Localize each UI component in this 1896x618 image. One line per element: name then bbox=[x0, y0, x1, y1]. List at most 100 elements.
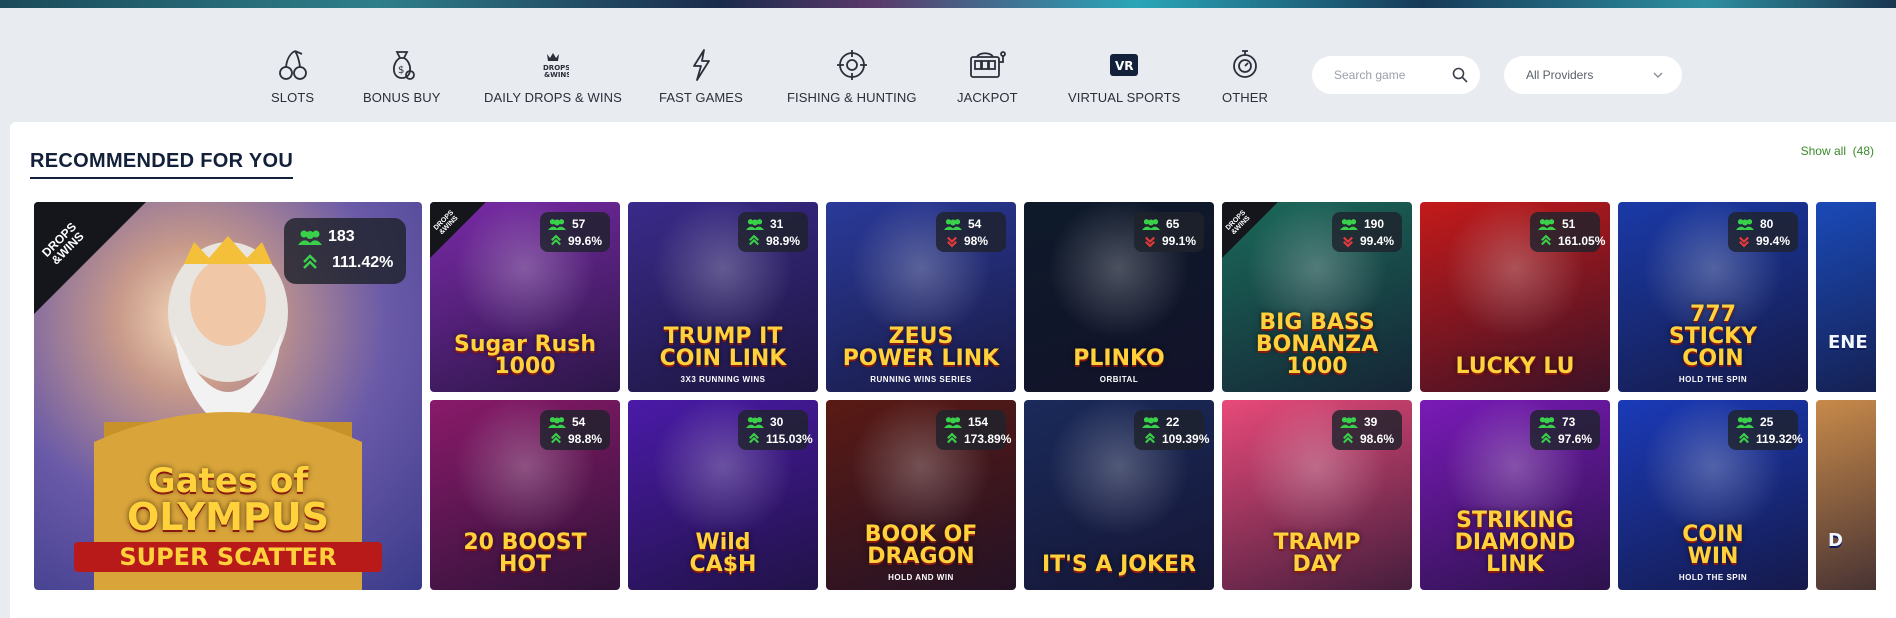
rtp-value: 119.32% bbox=[1756, 432, 1803, 446]
svg-text:$: $ bbox=[398, 65, 404, 76]
category-label: DAILY DROPS & WINS bbox=[484, 90, 622, 105]
search-input[interactable] bbox=[1332, 67, 1454, 83]
stats-badge: 39 98.6% bbox=[1332, 410, 1402, 450]
game-tile[interactable]: COIN WIN HOLD THE SPIN 25 119.32% bbox=[1618, 400, 1808, 590]
rtp-up-icon bbox=[749, 432, 759, 444]
players-icon bbox=[1736, 417, 1754, 428]
category-fishing-hunting[interactable]: FISHING & HUNTING bbox=[787, 46, 917, 105]
players-count: 31 bbox=[770, 217, 784, 231]
players-icon bbox=[1340, 417, 1358, 428]
rtp-value: 97.6% bbox=[1558, 432, 1593, 446]
rtp-value: 98.6% bbox=[1360, 432, 1395, 446]
rtp-down-icon bbox=[1739, 236, 1749, 248]
rtp-down-icon bbox=[1145, 236, 1155, 248]
chevron-down-icon bbox=[1653, 72, 1663, 78]
game-tile[interactable]: BIG BASS BONANZA 1000 DROPS &WINS 190 99.… bbox=[1222, 202, 1412, 392]
game-title: STRIKING DIAMOND LINK bbox=[1454, 508, 1576, 577]
cherries-icon bbox=[273, 46, 313, 84]
game-subtitle: ORBITAL bbox=[1099, 375, 1139, 384]
game-title: BIG BASS BONANZA 1000 bbox=[1255, 310, 1379, 379]
category-fast-games[interactable]: FAST GAMES bbox=[659, 46, 743, 105]
players-icon bbox=[944, 417, 962, 428]
game-tile[interactable]: TRAMP DAY 39 98.6% bbox=[1222, 400, 1412, 590]
category-jackpot[interactable]: JACKPOT bbox=[957, 46, 1018, 105]
players-count: 39 bbox=[1364, 415, 1378, 429]
game-title: ENE bbox=[1828, 332, 1868, 353]
category-label: BONUS BUY bbox=[363, 90, 441, 105]
featured-game-tile[interactable]: Gates of OLYMPUS SUPER SCATTER DROPS &WINS… bbox=[34, 202, 422, 590]
players-count: 25 bbox=[1760, 415, 1774, 429]
game-artwork bbox=[1816, 400, 1876, 590]
players-icon bbox=[298, 230, 322, 245]
rtp-up-icon bbox=[303, 254, 317, 269]
game-tile[interactable]: 777 STICKY COIN HOLD THE SPIN 80 99.4% bbox=[1618, 202, 1808, 392]
rtp-value: 98% bbox=[964, 234, 989, 248]
game-title: TRAMP DAY bbox=[1273, 530, 1361, 577]
players-icon bbox=[746, 219, 764, 230]
game-title: COIN WIN bbox=[1682, 522, 1744, 569]
game-artwork bbox=[1816, 202, 1876, 392]
players-icon bbox=[746, 417, 764, 428]
game-tile[interactable]: TRUMP IT COIN LINK 3X3 RUNNING WINS 31 9… bbox=[628, 202, 818, 392]
players-icon bbox=[1736, 219, 1754, 230]
game-title: Sugar Rush 1000 bbox=[454, 332, 596, 379]
stats-badge: 54 98.8% bbox=[540, 410, 610, 450]
players-icon bbox=[1538, 417, 1556, 428]
section-title: RECOMMENDED FOR YOU bbox=[30, 150, 294, 179]
rtp-value: 98.8% bbox=[568, 432, 603, 446]
rtp-up-icon bbox=[1541, 432, 1551, 444]
category-bonus-buy[interactable]: $ BONUS BUY bbox=[363, 46, 440, 105]
rtp-up-icon bbox=[551, 234, 561, 246]
game-title: TRUMP IT COIN LINK bbox=[659, 324, 787, 371]
game-tile[interactable]: LUCKY LU 51 161.05% bbox=[1420, 202, 1610, 392]
recommended-section: RECOMMENDED FOR YOU Show all (48) Gates … bbox=[10, 122, 1896, 618]
show-all-link[interactable]: Show all (48) bbox=[1801, 144, 1874, 158]
stats-badge: 65 99.1% bbox=[1134, 212, 1204, 252]
rtp-value: 161.05% bbox=[1558, 234, 1606, 248]
game-tile[interactable]: Sugar Rush 1000 DROPS &WINS 57 99.6% bbox=[430, 202, 620, 392]
game-tile[interactable]: Wild CA$H 30 115.03% bbox=[628, 400, 818, 590]
players-count: 65 bbox=[1166, 217, 1180, 231]
stats-badge: 190 99.4% bbox=[1332, 212, 1402, 252]
category-label: SLOTS bbox=[271, 90, 315, 105]
money-bag-icon: $ bbox=[382, 46, 422, 84]
rtp-up-icon bbox=[551, 432, 561, 444]
players-count: 190 bbox=[1364, 217, 1385, 231]
stats-badge: 31 98.9% bbox=[738, 212, 808, 252]
game-title: 20 BOOST HOT bbox=[463, 530, 587, 577]
game-tile-partial[interactable]: ENE bbox=[1816, 202, 1876, 392]
category-slots[interactable]: SLOTS bbox=[271, 46, 314, 105]
players-icon bbox=[1340, 219, 1358, 230]
category-daily-drops-wins[interactable]: DROPS &WINS DAILY DROPS & WINS bbox=[484, 46, 622, 105]
search-icon[interactable] bbox=[1452, 67, 1468, 83]
category-virtual-sports[interactable]: VR VIRTUAL SPORTS bbox=[1068, 46, 1180, 105]
rtp-up-icon bbox=[1541, 234, 1551, 246]
category-label: FAST GAMES bbox=[659, 90, 743, 105]
rtp-value: 99.4% bbox=[1756, 234, 1791, 248]
players-count: 51 bbox=[1562, 217, 1576, 231]
rtp-value: 99.6% bbox=[568, 234, 603, 248]
players-count: 54 bbox=[572, 415, 586, 429]
game-tile[interactable]: STRIKING DIAMOND LINK 73 97.6% bbox=[1420, 400, 1610, 590]
crosshair-icon bbox=[832, 46, 872, 84]
game-tile[interactable]: BOOK OF DRAGON HOLD AND WIN 154 173.89% bbox=[826, 400, 1016, 590]
game-tile[interactable]: 20 BOOST HOT 54 98.8% bbox=[430, 400, 620, 590]
game-title: Wild CA$H bbox=[689, 530, 757, 577]
category-other[interactable]: OTHER bbox=[1222, 46, 1268, 105]
stopwatch-icon bbox=[1225, 46, 1265, 84]
game-subtitle: HOLD AND WIN bbox=[888, 573, 954, 582]
players-icon bbox=[548, 219, 566, 230]
players-icon bbox=[548, 417, 566, 428]
provider-select[interactable]: All Providers bbox=[1504, 56, 1682, 94]
game-tile[interactable]: ZEUS POWER LINK RUNNING WINS SERIES 54 9… bbox=[826, 202, 1016, 392]
game-tile-partial[interactable]: D bbox=[1816, 400, 1876, 590]
stats-badge: 80 99.4% bbox=[1728, 212, 1798, 252]
rtp-value: 111.42% bbox=[332, 254, 394, 271]
stats-badge: 73 97.6% bbox=[1530, 410, 1600, 450]
game-title: BOOK OF DRAGON bbox=[864, 522, 978, 569]
category-nav: SLOTS $ BONUS BUY DROPS &WINS DAILY DROPS… bbox=[0, 8, 1896, 122]
game-tile[interactable]: IT'S A JOKER 22 109.39% bbox=[1024, 400, 1214, 590]
game-tile[interactable]: PLINKO ORBITAL 65 99.1% bbox=[1024, 202, 1214, 392]
svg-text:&WINS: &WINS bbox=[544, 71, 569, 79]
rtp-value: 99.4% bbox=[1360, 234, 1395, 248]
